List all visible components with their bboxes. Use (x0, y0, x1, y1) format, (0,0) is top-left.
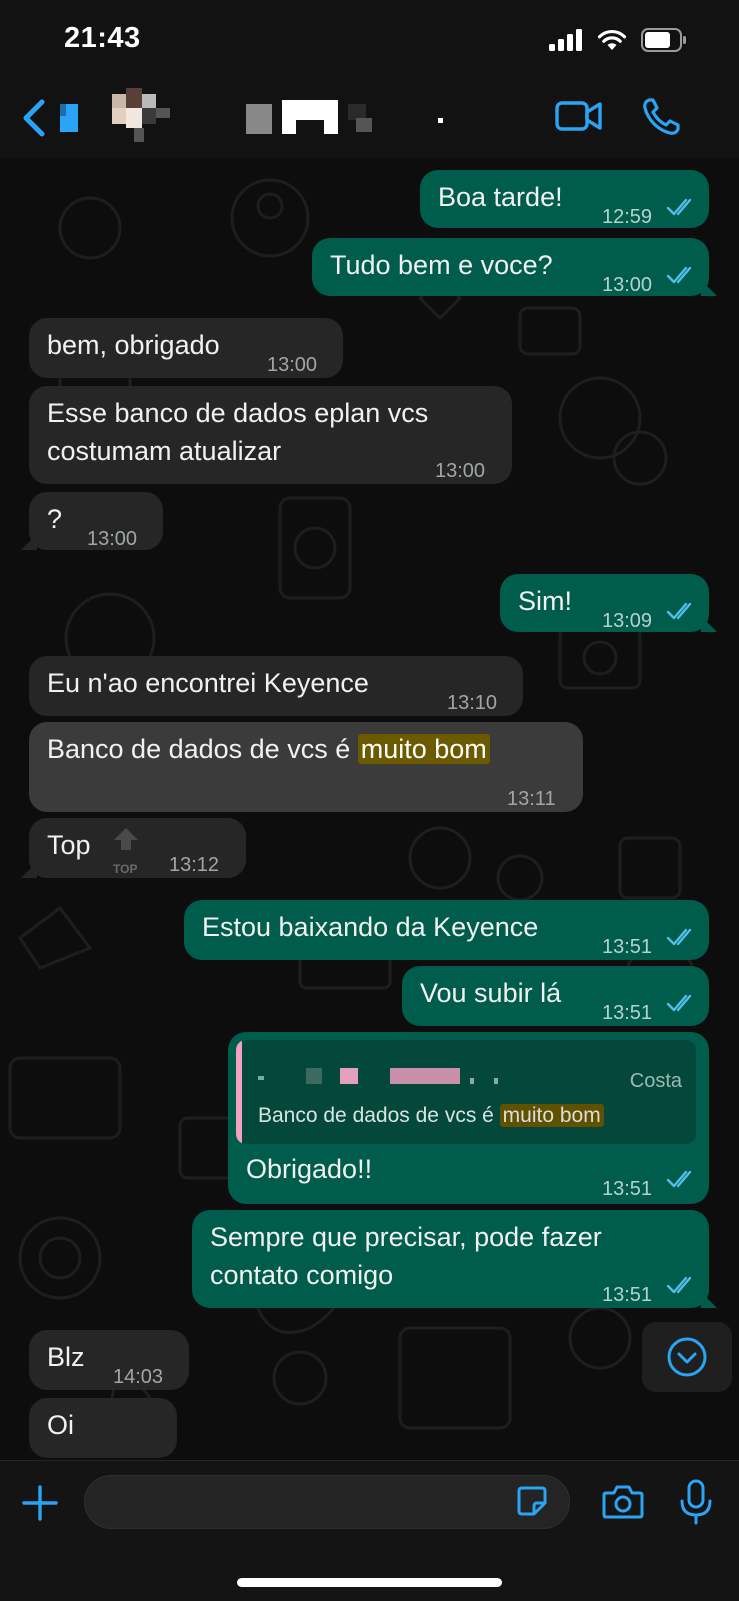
home-indicator (237, 1578, 502, 1587)
message-time: 13:00 (602, 274, 653, 296)
message-outgoing[interactable]: Vou subir lá 13:51 (402, 966, 709, 1026)
message-incoming[interactable]: Top TOP 13:12 (21, 818, 246, 878)
read-ticks-icon (666, 266, 692, 284)
message-text: Esse banco de dados eplan vcs (47, 398, 429, 428)
message-outgoing[interactable]: Boa tarde! 12:59 (420, 170, 709, 228)
message-incoming[interactable]: Blz 14:03 (29, 1330, 189, 1390)
chat-area[interactable]: Boa tarde! 12:59 Tudo bem e voce? 13:00 … (0, 158, 739, 1460)
message-text: Estou baixando da Keyence (202, 912, 539, 942)
attach-plus-icon[interactable] (20, 1483, 60, 1523)
message-text: contato comigo (210, 1260, 394, 1290)
message-text: bem, obrigado (47, 330, 220, 360)
read-ticks-icon (666, 994, 692, 1012)
message-incoming[interactable]: Esse banco de dados eplan vcs costumam a… (29, 386, 512, 484)
message-text: Sim! (518, 586, 572, 616)
back-button[interactable] (22, 98, 82, 138)
message-text: Oi (47, 1410, 74, 1440)
message-time: 13:51 (602, 1002, 653, 1024)
voice-call-icon[interactable] (640, 96, 682, 138)
message-text: Eu n'ao encontrei Keyence (47, 668, 369, 698)
message-text: Tudo bem e voce? (330, 250, 553, 280)
contact-name[interactable] (246, 100, 456, 141)
message-input[interactable] (84, 1475, 570, 1529)
wifi-icon (597, 29, 627, 50)
bubble-tail (21, 534, 37, 550)
message-text: Banco de dados de vcs é muito bom (47, 730, 490, 769)
read-ticks-icon (666, 1170, 692, 1188)
message-time: 14:03 (113, 1366, 164, 1388)
composer-bar (0, 1460, 739, 1601)
bubble-tail (21, 862, 37, 878)
status-icons (549, 28, 687, 52)
message-incoming-selected[interactable]: Banco de dados de vcs é muito bom 13:11 (29, 722, 583, 812)
contact-avatar[interactable] (112, 88, 184, 146)
read-ticks-icon (666, 928, 692, 946)
search-highlight: muito bom (357, 734, 490, 764)
sticker-icon[interactable] (516, 1485, 548, 1517)
message-text: Top (47, 830, 91, 860)
quote-accent-bar (236, 1040, 242, 1144)
message-incoming[interactable]: Oi (29, 1398, 177, 1458)
message-text: costumam atualizar (47, 436, 282, 466)
read-ticks-icon (666, 602, 692, 620)
message-outgoing[interactable]: Tudo bem e voce? 13:00 (312, 238, 717, 296)
message-time: 13:09 (602, 610, 653, 632)
message-text: ? (47, 504, 63, 534)
video-call-icon[interactable] (554, 96, 604, 136)
status-bar: 21:43 (0, 0, 739, 80)
message-incoming[interactable]: ? 13:00 (21, 492, 163, 550)
message-time: 13:00 (87, 528, 138, 550)
quote-author: Costa (629, 1070, 682, 1092)
camera-icon[interactable] (602, 1483, 644, 1521)
search-highlight: muito bom (499, 1104, 604, 1127)
message-time: 13:51 (602, 1178, 653, 1200)
microphone-icon[interactable] (678, 1479, 714, 1525)
message-time: 13:00 (267, 354, 318, 376)
message-outgoing-reply[interactable]: Costa Banco de dados de vcs é muito bom … (228, 1032, 709, 1204)
message-time: 13:51 (602, 1284, 653, 1306)
bubble-tail (701, 1292, 717, 1308)
message-text: Boa tarde! (438, 182, 563, 212)
quoted-message[interactable]: Costa Banco de dados de vcs é muito bom (236, 1040, 696, 1144)
read-ticks-icon (666, 1276, 692, 1294)
message-time: 13:11 (507, 788, 556, 810)
message-text: Sempre que precisar, pode fazer (210, 1222, 602, 1252)
message-time: 13:51 (602, 936, 653, 958)
message-text: Obrigado!! (246, 1154, 373, 1184)
message-outgoing[interactable]: Sempre que precisar, pode fazer contato … (192, 1210, 717, 1308)
scroll-to-bottom-button[interactable] (642, 1322, 732, 1392)
message-text: Blz (47, 1342, 85, 1372)
status-time: 21:43 (64, 22, 141, 54)
message-time: 12:59 (602, 206, 653, 228)
bubble-tail (701, 280, 717, 296)
chevron-down-icon (667, 1337, 707, 1377)
battery-icon (641, 28, 686, 52)
message-incoming[interactable]: Eu n'ao encontrei Keyence 13:10 (29, 656, 523, 716)
message-text: Vou subir lá (420, 978, 562, 1008)
chat-header (0, 80, 739, 159)
message-outgoing[interactable]: Sim! 13:09 (500, 574, 717, 632)
message-incoming[interactable]: bem, obrigado 13:00 (29, 318, 343, 378)
quote-text: Banco de dados de vcs é muito bom (258, 1096, 604, 1135)
signal-icon (549, 29, 582, 51)
message-time: 13:12 (169, 854, 220, 876)
message-outgoing[interactable]: Estou baixando da Keyence 13:51 (184, 900, 709, 960)
top-emoji-label: TOP (113, 862, 138, 876)
message-time: 13:00 (435, 460, 486, 482)
quote-sender-redacted (258, 1068, 498, 1084)
read-ticks-icon (666, 198, 692, 216)
message-time: 13:10 (447, 692, 498, 714)
bubble-tail (701, 616, 717, 632)
